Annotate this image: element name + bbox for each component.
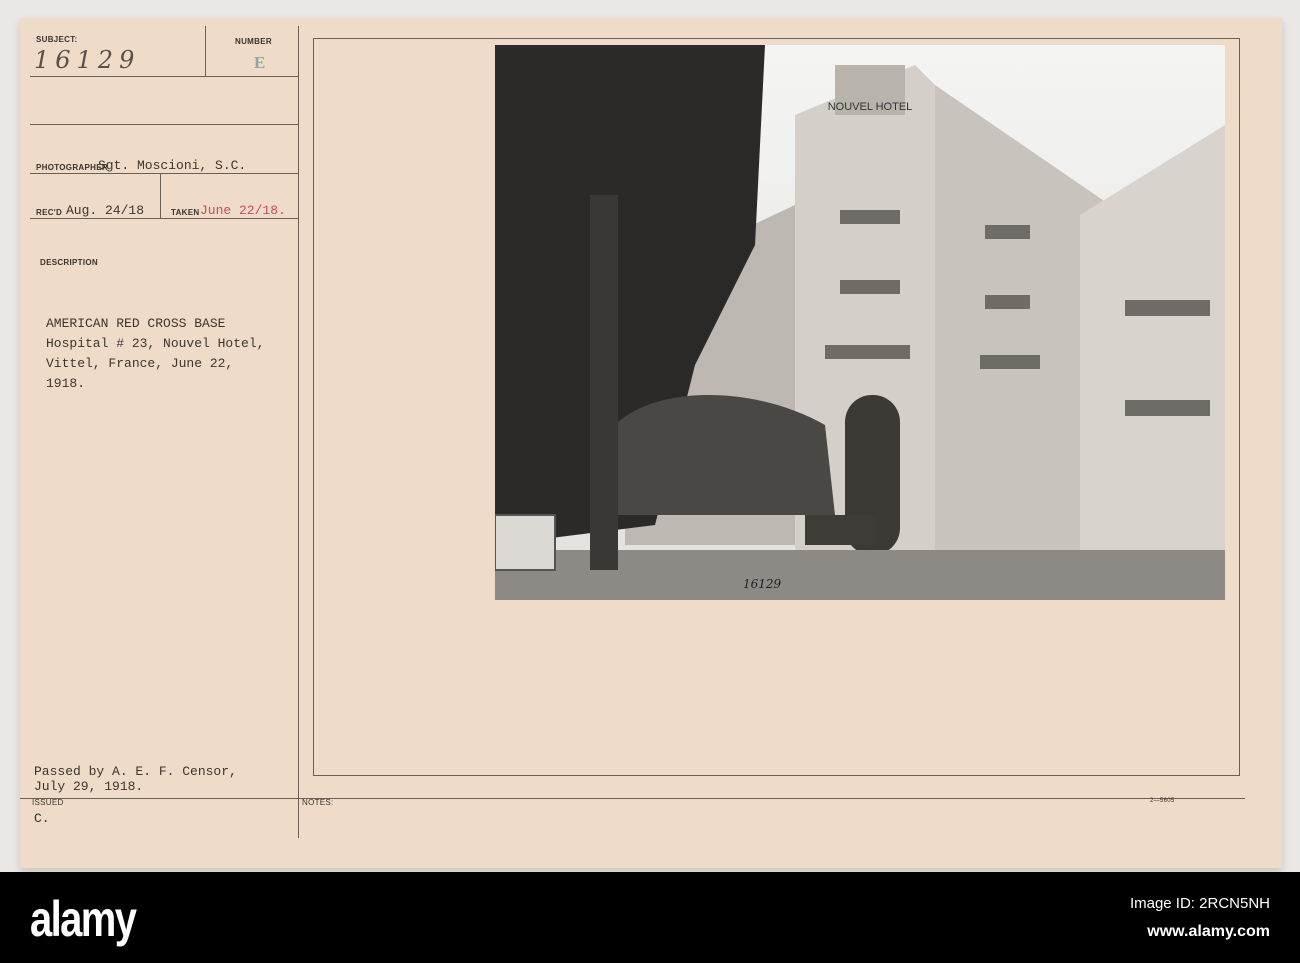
censor-stamp: Passed by A. E. F. Censor, July 29, 1918…	[34, 764, 237, 794]
image-id: Image ID: 2RCN5NH	[1129, 895, 1270, 912]
subject-label: SUBJECT:	[36, 35, 78, 44]
censor-line: July 29, 1918.	[34, 779, 144, 794]
image-info: Image ID: 2RCN5NH www.alamy.com	[1130, 890, 1270, 946]
photograph: NOUVEL HOTEL 16129	[495, 45, 1225, 600]
description-line: 1918.	[46, 376, 86, 391]
issued-value: C.	[34, 811, 50, 826]
divider	[298, 26, 299, 838]
taken-label: TAKEN	[171, 208, 200, 217]
censor-line: Passed by A. E. F. Censor,	[34, 764, 237, 779]
alamy-logo: alamy	[30, 891, 137, 947]
recd-value: Aug. 24/18	[66, 203, 145, 218]
divider	[160, 173, 161, 218]
hotel-sign: NOUVEL HOTEL	[828, 101, 913, 113]
description-label: DESCRIPTION	[40, 258, 98, 267]
recd-label: REC'D	[36, 208, 63, 217]
divider	[30, 76, 298, 77]
footer-bar: alamy Image ID: 2RCN5NH www.alamy.com	[0, 872, 1300, 963]
taken-value: June 22/18.	[200, 203, 286, 218]
notes-label: NOTES:	[302, 798, 334, 807]
divider	[30, 173, 298, 174]
divider	[20, 798, 1245, 799]
issued-label: ISSUED	[32, 798, 64, 807]
number-label: NUMBER	[235, 37, 272, 46]
photographer-value: Sgt. Moscioni, S.C.	[98, 158, 247, 173]
site-url[interactable]: www.alamy.com	[1130, 918, 1270, 946]
divider	[30, 124, 298, 125]
description-text: AMERICAN RED CROSS BASE Hospital # 23, N…	[46, 314, 264, 394]
subject-value: 16129	[34, 46, 141, 74]
photo-number: 16129	[743, 577, 782, 591]
divider	[205, 26, 206, 76]
description-line: Vittel, France, June 22,	[46, 356, 234, 371]
divider	[30, 218, 298, 219]
description-line: AMERICAN RED CROSS BASE	[46, 316, 226, 331]
hotel-photo-illustration: NOUVEL HOTEL	[495, 45, 1225, 600]
form-number: 2—5605	[1150, 798, 1175, 804]
archive-card: SUBJECT: 16129 NUMBER E PHOTOGRAPHER Sgt…	[20, 18, 1282, 868]
description-line: Hospital # 23, Nouvel Hotel,	[46, 336, 265, 351]
number-value: E	[254, 53, 266, 72]
